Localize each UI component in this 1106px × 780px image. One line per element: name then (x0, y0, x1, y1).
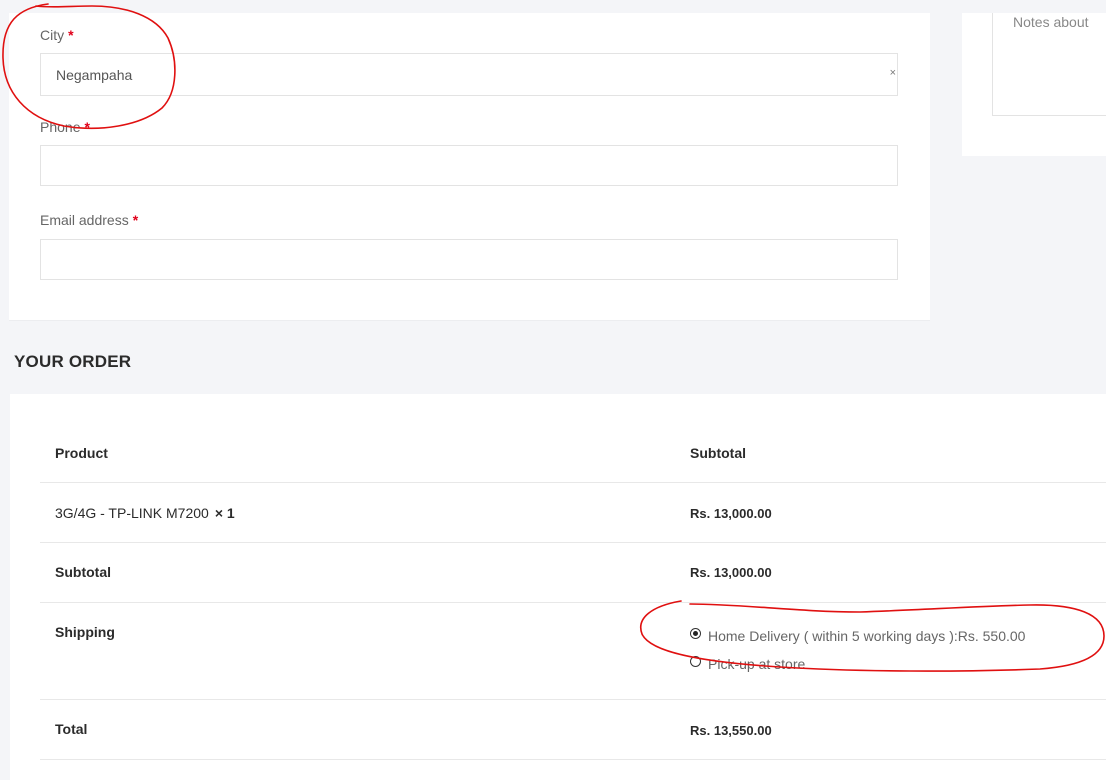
city-label-text: City (40, 27, 65, 43)
pickup-radio[interactable] (690, 655, 701, 667)
home-delivery-price: Rs. 550.00 (957, 628, 1026, 644)
shipping-label: Shipping (55, 624, 115, 640)
phone-label: Phone * (40, 118, 90, 136)
order-notes-textarea[interactable]: Notes about (992, 13, 1106, 116)
order-item-subtotal: Rs. 13,000.00 (690, 506, 772, 521)
order-item-name: 3G/4G - TP-LINK M7200 (55, 505, 209, 521)
order-review-card: Product Subtotal 3G/4G - TP-LINK M7200 × … (10, 394, 1106, 780)
phone-required-mark: * (84, 119, 90, 135)
email-required-mark: * (132, 212, 139, 228)
city-required-mark: * (68, 27, 74, 43)
email-input[interactable] (40, 239, 898, 280)
your-order-heading: YOUR ORDER (14, 352, 132, 371)
order-total-label: Total (55, 721, 88, 737)
order-item-quantity: × 1 (214, 505, 235, 521)
order-item-row: 3G/4G - TP-LINK M7200 × 1 Rs. 13,000.00 (40, 483, 1106, 543)
email-label-text: Email address (40, 212, 129, 228)
order-total-row: Total Rs. 13,550.00 (40, 700, 1106, 760)
email-label: Email address * (40, 211, 138, 229)
home-delivery-label: Home Delivery ( within 5 working days ): (708, 628, 958, 644)
subtotal-column-header: Subtotal (690, 445, 746, 461)
order-table-header: Product Subtotal (40, 422, 1106, 483)
pickup-label: Pick-up at store (708, 656, 806, 672)
phone-input[interactable] (40, 145, 898, 186)
cart-subtotal-value: Rs. 13,000.00 (690, 565, 772, 580)
shipping-row: Shipping Home Delivery ( within 5 workin… (40, 603, 1106, 700)
shipping-option-pickup[interactable]: Pick-up at store (690, 655, 805, 673)
order-total-value: Rs. 13,550.00 (690, 723, 772, 738)
city-select[interactable]: Negampaha × (40, 53, 898, 96)
shipping-option-home-delivery[interactable]: Home Delivery ( within 5 working days ):… (690, 627, 1025, 645)
home-delivery-radio[interactable] (690, 627, 701, 639)
city-selected-value: Negampaha (56, 67, 133, 83)
order-item-product: 3G/4G - TP-LINK M7200 × 1 (55, 504, 235, 522)
cart-subtotal-row: Subtotal Rs. 13,000.00 (40, 543, 1106, 603)
phone-label-text: Phone (40, 119, 81, 135)
city-label: City * (40, 26, 74, 44)
clear-selection-icon[interactable]: × (890, 67, 896, 79)
order-notes-card: Notes about (962, 13, 1106, 156)
billing-form-card: City * Negampaha × Phone * Email address * (9, 13, 930, 320)
product-column-header: Product (55, 445, 108, 461)
order-notes-placeholder: Notes about (1013, 14, 1089, 30)
cart-subtotal-label: Subtotal (55, 564, 111, 580)
